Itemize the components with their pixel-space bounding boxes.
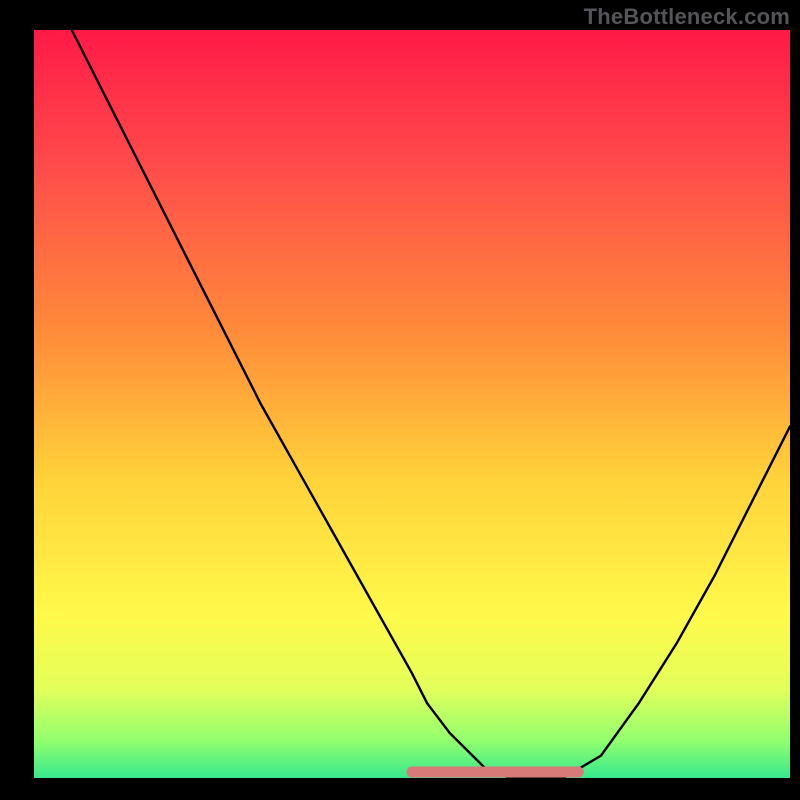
chart-plot-area [34, 30, 790, 778]
bottleneck-chart [0, 0, 800, 800]
chart-root: TheBottleneck.com [0, 0, 800, 800]
watermark-text: TheBottleneck.com [584, 4, 790, 30]
